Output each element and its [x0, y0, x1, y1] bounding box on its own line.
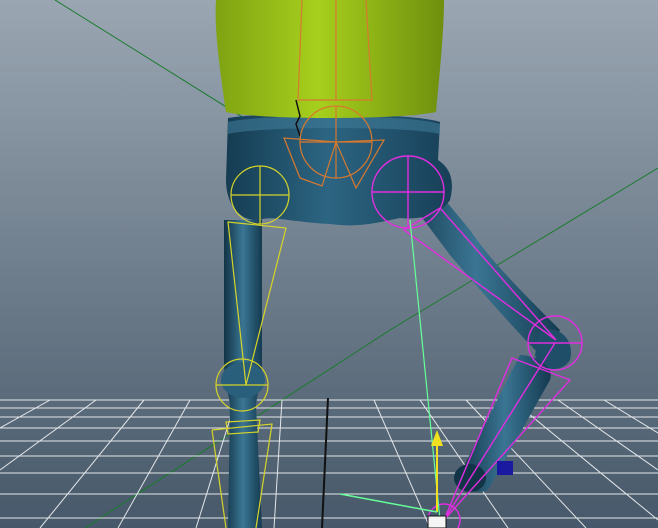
manipulator-x-handle[interactable] — [497, 461, 513, 475]
viewport-scene[interactable] — [0, 0, 658, 528]
manipulator-center-handle[interactable] — [427, 515, 447, 528]
3d-viewport[interactable] — [0, 0, 658, 528]
